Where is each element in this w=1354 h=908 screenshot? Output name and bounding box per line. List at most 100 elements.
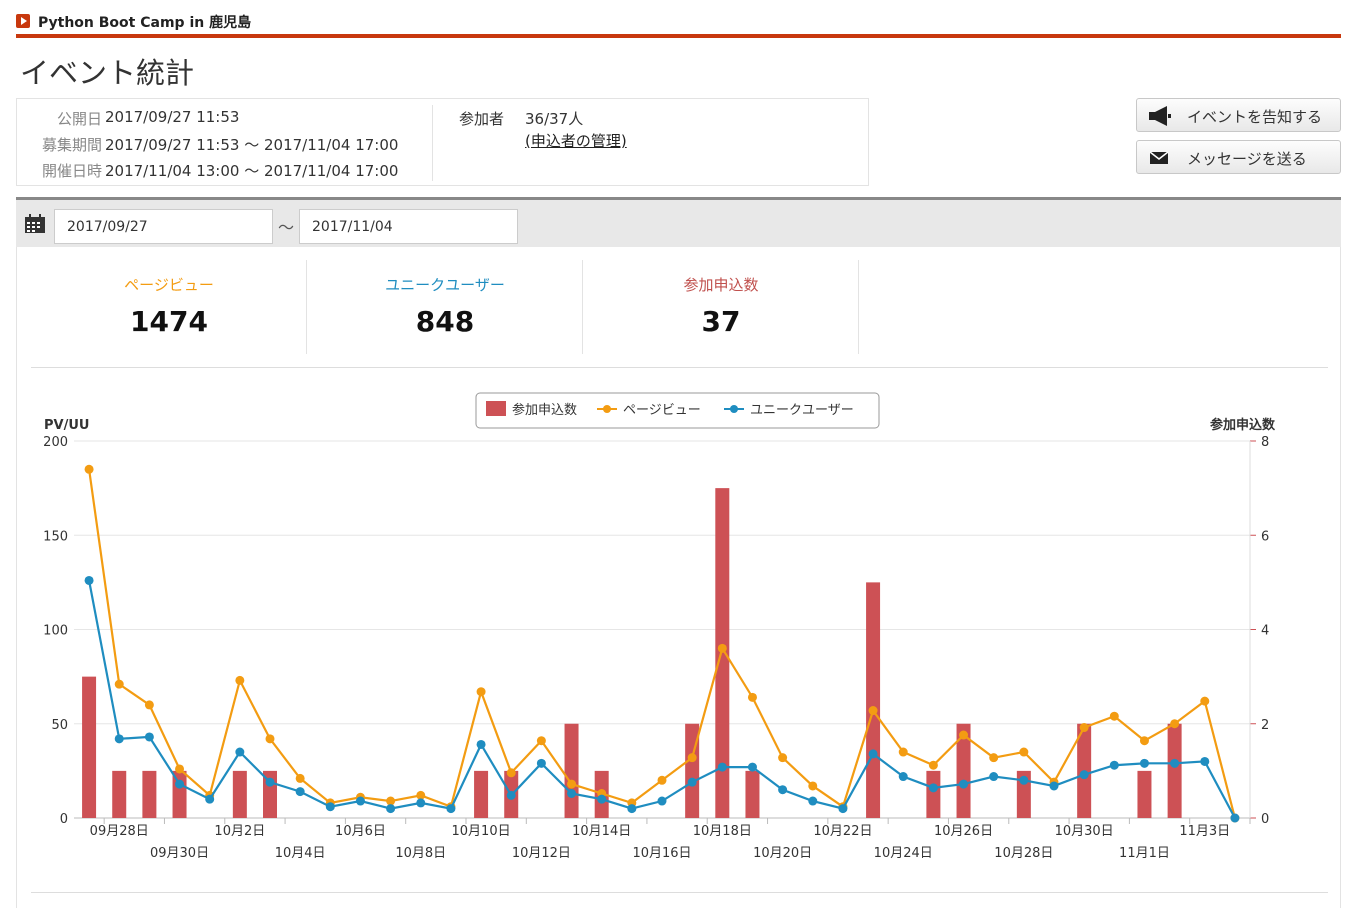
legend-marker-unique-users bbox=[730, 405, 738, 413]
x-tick-label: 10月20日 bbox=[753, 846, 812, 861]
point-pageviews bbox=[1109, 711, 1119, 721]
point-pageviews bbox=[657, 775, 667, 785]
y-left-tick-label: 0 bbox=[60, 812, 68, 827]
point-unique-users bbox=[959, 779, 969, 789]
x-tick-label: 10月8日 bbox=[395, 846, 446, 861]
bar-applications bbox=[1137, 770, 1152, 818]
point-pageviews bbox=[808, 781, 818, 791]
point-pageviews bbox=[476, 687, 486, 697]
point-pageviews bbox=[175, 764, 185, 774]
point-pageviews bbox=[717, 643, 727, 653]
point-unique-users bbox=[355, 796, 365, 806]
point-unique-users bbox=[476, 739, 486, 749]
point-pageviews bbox=[1079, 723, 1089, 733]
bar-applications bbox=[745, 770, 760, 818]
point-unique-users bbox=[1139, 758, 1149, 768]
point-pageviews bbox=[295, 773, 305, 783]
point-pageviews bbox=[868, 706, 878, 716]
bar-applications bbox=[82, 676, 97, 818]
y-right-tick-label: 4 bbox=[1261, 624, 1269, 639]
point-unique-users bbox=[868, 749, 878, 759]
x-tick-label: 10月6日 bbox=[335, 824, 386, 839]
point-pageviews bbox=[1019, 747, 1029, 757]
legend-label-pageviews: ページビュー bbox=[623, 403, 701, 418]
x-tick-label: 10月16日 bbox=[632, 846, 691, 861]
point-unique-users bbox=[627, 804, 637, 814]
x-tick-label: 10月14日 bbox=[572, 824, 631, 839]
point-unique-users bbox=[84, 575, 94, 585]
bar-applications bbox=[474, 770, 489, 818]
point-pageviews bbox=[235, 675, 245, 685]
point-pageviews bbox=[989, 753, 999, 763]
point-pageviews bbox=[1139, 736, 1149, 746]
y-right-tick-label: 2 bbox=[1261, 718, 1269, 733]
point-pageviews bbox=[1170, 719, 1180, 729]
point-unique-users bbox=[175, 779, 185, 789]
point-unique-users bbox=[1079, 770, 1089, 780]
x-tick-label: 10月2日 bbox=[214, 824, 265, 839]
x-tick-label: 10月18日 bbox=[693, 824, 752, 839]
point-unique-users bbox=[567, 788, 577, 798]
point-pageviews bbox=[506, 768, 516, 778]
point-unique-users bbox=[838, 804, 848, 814]
point-pageviews bbox=[567, 779, 577, 789]
point-unique-users bbox=[1019, 775, 1029, 785]
bar-applications bbox=[1167, 723, 1182, 818]
point-unique-users bbox=[114, 734, 124, 744]
x-tick-label: 10月22日 bbox=[813, 824, 872, 839]
point-pageviews bbox=[1200, 696, 1210, 706]
point-unique-users bbox=[1200, 756, 1210, 766]
point-unique-users bbox=[536, 758, 546, 768]
bar-applications bbox=[926, 770, 941, 818]
legend-marker-pageviews bbox=[603, 405, 611, 413]
point-unique-users bbox=[416, 798, 426, 808]
point-pageviews bbox=[959, 730, 969, 740]
point-unique-users bbox=[265, 777, 275, 787]
bar-applications bbox=[112, 770, 127, 818]
bar-applications bbox=[564, 723, 579, 818]
y-left-tick-label: 200 bbox=[43, 435, 68, 450]
point-unique-users bbox=[898, 772, 908, 782]
point-unique-users bbox=[1230, 813, 1240, 823]
x-tick-label: 10月28日 bbox=[994, 846, 1053, 861]
point-pageviews bbox=[114, 679, 124, 689]
y-left-tick-label: 50 bbox=[51, 718, 68, 733]
point-pageviews bbox=[536, 736, 546, 746]
point-pageviews bbox=[144, 700, 154, 710]
legend-swatch-applications bbox=[486, 401, 506, 416]
point-unique-users bbox=[1049, 781, 1059, 791]
point-unique-users bbox=[989, 772, 999, 782]
x-tick-label: 10月12日 bbox=[512, 846, 571, 861]
y-right-axis-label: 参加申込数 bbox=[1210, 417, 1276, 433]
x-tick-label: 10月4日 bbox=[275, 846, 326, 861]
y-left-tick-label: 150 bbox=[43, 529, 68, 544]
legend-label-applications: 参加申込数 bbox=[512, 402, 577, 418]
x-tick-label: 09月28日 bbox=[90, 824, 149, 839]
point-unique-users bbox=[205, 794, 215, 804]
point-unique-users bbox=[1109, 760, 1119, 770]
x-tick-label: 10月26日 bbox=[934, 824, 993, 839]
point-pageviews bbox=[747, 692, 757, 702]
x-tick-label: 09月30日 bbox=[150, 846, 209, 861]
point-unique-users bbox=[506, 790, 516, 800]
point-pageviews bbox=[265, 734, 275, 744]
bar-applications bbox=[866, 582, 881, 818]
point-unique-users bbox=[386, 804, 396, 814]
y-right-tick-label: 6 bbox=[1261, 529, 1269, 544]
point-unique-users bbox=[928, 783, 938, 793]
x-tick-label: 11月3日 bbox=[1179, 824, 1230, 839]
point-unique-users bbox=[597, 794, 607, 804]
point-unique-users bbox=[144, 732, 154, 742]
point-unique-users bbox=[657, 796, 667, 806]
x-tick-label: 10月24日 bbox=[874, 846, 933, 861]
point-pageviews bbox=[687, 753, 697, 763]
point-pageviews bbox=[928, 760, 938, 770]
y-right-tick-label: 0 bbox=[1261, 812, 1269, 827]
point-unique-users bbox=[808, 796, 818, 806]
point-unique-users bbox=[778, 785, 788, 795]
point-unique-users bbox=[295, 787, 305, 797]
point-pageviews bbox=[898, 747, 908, 757]
point-pageviews bbox=[84, 464, 94, 474]
y-left-tick-label: 100 bbox=[43, 624, 68, 639]
line-pageviews bbox=[87, 469, 1236, 819]
